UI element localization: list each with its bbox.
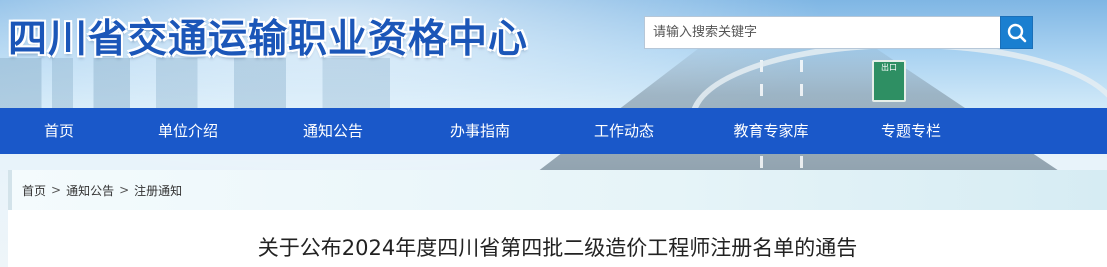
road-sign: 出口 <box>872 60 906 102</box>
main-nav: 首页 单位介绍 通知公告 办事指南 工作动态 教育专家库 专题专栏 <box>0 108 1107 154</box>
article-title: 关于公布2024年度四川省第四批二级造价工程师注册名单的通告 <box>257 236 858 260</box>
breadcrumb-notices[interactable]: 通知公告 <box>66 182 114 199</box>
breadcrumb: 首页 > 通知公告 > 注册通知 <box>8 170 1107 210</box>
search-button[interactable] <box>1000 16 1033 49</box>
breadcrumb-separator: > <box>51 183 62 197</box>
nav-item-notices[interactable]: 通知公告 <box>258 108 408 154</box>
nav-item-news[interactable]: 工作动态 <box>552 108 696 154</box>
breadcrumb-separator: > <box>119 183 130 197</box>
nav-item-guide[interactable]: 办事指南 <box>408 108 552 154</box>
nav-item-topics[interactable]: 专题专栏 <box>846 108 976 154</box>
site-title: 四川省交通运输职业资格中心 <box>8 16 529 62</box>
nav-item-about[interactable]: 单位介绍 <box>118 108 258 154</box>
search-bar <box>644 16 1033 49</box>
breadcrumb-registration[interactable]: 注册通知 <box>134 182 182 199</box>
search-input[interactable] <box>644 16 1000 49</box>
city-skyline <box>0 58 520 108</box>
nav-item-home[interactable]: 首页 <box>0 108 118 154</box>
nav-item-experts[interactable]: 教育专家库 <box>696 108 846 154</box>
search-icon <box>1007 23 1026 42</box>
article-content: 关于公布2024年度四川省第四批二级造价工程师注册名单的通告 <box>8 210 1107 267</box>
breadcrumb-home[interactable]: 首页 <box>22 182 46 199</box>
